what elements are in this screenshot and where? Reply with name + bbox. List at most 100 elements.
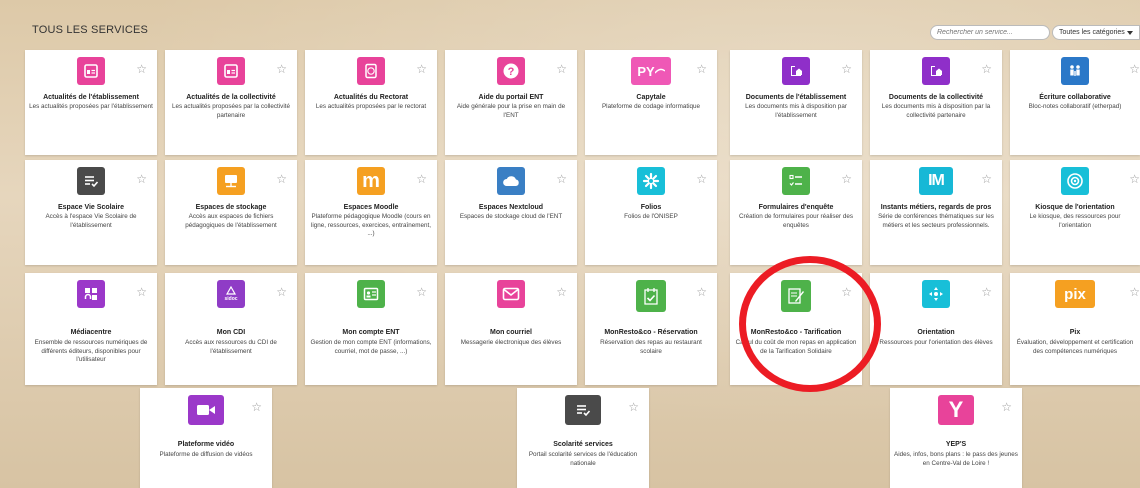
favorite-star-icon[interactable]: ☆ [276, 286, 287, 298]
service-title: Écriture collaborative [1039, 94, 1111, 101]
service-title: Mon courriel [489, 329, 532, 336]
service-card[interactable]: ☆ Espace Vie Scolaire Accès à l'espace V… [25, 160, 157, 265]
service-title: Scolarité services [553, 441, 613, 448]
service-card[interactable]: m ☆ Espaces Moodle Plateforme pédagogiqu… [305, 160, 437, 265]
form-icon [782, 167, 810, 195]
capytale-logo-icon: PY [631, 57, 671, 85]
sidoc-icon: sidoc [217, 280, 245, 308]
favorite-star-icon[interactable]: ☆ [1129, 63, 1140, 75]
service-title: MonResto&co - Réservation [604, 329, 698, 336]
im-logo-text: IM [928, 172, 945, 189]
service-description: Espaces de stockage cloud de l'ENT [459, 213, 563, 220]
cloud-icon [497, 167, 525, 195]
service-description: Accès à l'espace Vie Scolaire de l'établ… [45, 213, 137, 229]
service-title: Folios [640, 204, 662, 211]
service-description: Plateforme de diffusion de vidéos [159, 451, 253, 458]
service-card[interactable]: ☆ Documents de la collectivité Les docum… [870, 50, 1002, 155]
service-card[interactable]: pix ☆ Pix Évaluation, développement et c… [1010, 273, 1140, 385]
newspaper-icon [217, 57, 245, 85]
favorite-star-icon[interactable]: ☆ [1001, 401, 1012, 413]
favorite-star-icon[interactable]: ☆ [416, 286, 427, 298]
favorite-star-icon[interactable]: ☆ [981, 173, 992, 185]
favorite-star-icon[interactable]: ☆ [251, 401, 262, 413]
service-title: Orientation [917, 329, 955, 336]
service-card[interactable]: ☆ Actualités de la collectivité Les actu… [165, 50, 297, 155]
favorite-star-icon[interactable]: ☆ [556, 286, 567, 298]
service-title: Espaces Moodle [343, 204, 399, 211]
service-description: Messagerie électronique des élèves [460, 339, 562, 346]
favorite-star-icon[interactable]: ☆ [136, 286, 147, 298]
favorite-star-icon[interactable]: ☆ [556, 63, 567, 75]
service-title: Mon CDI [216, 329, 246, 336]
yeps-logo-text: Y [948, 397, 964, 422]
video-icon [188, 395, 224, 425]
service-description: Ensemble de ressources numériques de dif… [34, 339, 148, 363]
im-logo-icon: IM [919, 167, 953, 195]
service-card[interactable]: ☆ Écriture collaborative Bloc-notes coll… [1010, 50, 1140, 155]
service-description: Aides, infos, bons plans : le pass des j… [894, 451, 1018, 467]
service-description: Les documents mis à disposition par l'ét… [745, 103, 847, 119]
favorite-star-icon[interactable]: ☆ [981, 286, 992, 298]
service-title: Actualités de l'établissement [43, 94, 139, 101]
favorite-star-icon[interactable]: ☆ [1129, 286, 1140, 298]
service-card[interactable]: ☆ Médiacentre Ensemble de ressources num… [25, 273, 157, 385]
service-card[interactable]: Y ☆ YEP'S Aides, infos, bons plans : le … [890, 388, 1022, 488]
service-card[interactable]: ☆ Actualités du Rectorat Les actualités … [305, 50, 437, 155]
favorite-star-icon[interactable]: ☆ [1129, 173, 1140, 185]
favorite-star-icon[interactable]: ☆ [136, 173, 147, 185]
moodle-icon: m [357, 167, 385, 195]
favorite-star-icon[interactable]: ☆ [696, 286, 707, 298]
service-card[interactable]: ? ☆ Aide du portail ENT Aide générale po… [445, 50, 577, 155]
service-card[interactable]: ☆ MonResto&co - Réservation Réservation … [585, 273, 717, 385]
service-description: Accès aux ressources du CDI de l'établis… [185, 339, 277, 355]
collaboration-icon [1061, 57, 1089, 85]
checklist-icon [565, 395, 601, 425]
service-description: Aide générale pour la prise en main de l… [456, 103, 566, 119]
service-card[interactable]: ☆ Folios Folios de l'ONISEP [585, 160, 717, 265]
favorite-star-icon[interactable]: ☆ [416, 63, 427, 75]
service-card[interactable]: ☆ Kiosque de l'orientation Le kiosque, d… [1010, 160, 1140, 265]
service-title: Plateforme vidéo [177, 441, 235, 448]
svg-text:?: ? [508, 66, 515, 78]
service-card[interactable]: IM ☆ Instants métiers, regards de pros S… [870, 160, 1002, 265]
service-description: Accès aux espaces de fichiers pédagogiqu… [185, 213, 277, 229]
service-card[interactable]: ☆ Scolarité services Portail scolarité s… [517, 388, 649, 488]
service-card[interactable]: ☆ Documents de l'établissement Les docum… [730, 50, 862, 155]
favorite-star-icon[interactable]: ☆ [841, 173, 852, 185]
favorite-star-icon[interactable]: ☆ [696, 63, 707, 75]
service-title: Espaces de stockage [195, 204, 267, 211]
yeps-logo-icon: Y [938, 395, 974, 425]
favorite-star-icon[interactable]: ☆ [696, 173, 707, 185]
service-card[interactable]: ☆ Mon compte ENT Gestion de mon compte E… [305, 273, 437, 385]
service-title: Espaces Nextcloud [478, 204, 544, 211]
service-card[interactable]: sidoc ☆ Mon CDI Accès aux ressources du … [165, 273, 297, 385]
favorite-star-icon[interactable]: ☆ [556, 173, 567, 185]
service-card[interactable]: PY ☆ Capytale Plateforme de codage infor… [585, 50, 717, 155]
service-card[interactable]: ☆ Espaces Nextcloud Espaces de stockage … [445, 160, 577, 265]
service-card[interactable]: ☆ Formulaires d'enquête Création de form… [730, 160, 862, 265]
favorite-star-icon[interactable]: ☆ [276, 63, 287, 75]
favorite-star-icon[interactable]: ☆ [841, 63, 852, 75]
service-card[interactable]: ☆ Actualités de l'établissement Les actu… [25, 50, 157, 155]
favorite-star-icon[interactable]: ☆ [981, 63, 992, 75]
favorite-star-icon[interactable]: ☆ [276, 173, 287, 185]
service-description: Les actualités proposées par l'établisse… [29, 103, 153, 110]
service-title: Documents de l'établissement [745, 94, 847, 101]
mail-icon [497, 280, 525, 308]
service-title: Pix [1069, 329, 1081, 336]
folder-home-icon [782, 57, 810, 85]
service-description: Ressources pour l'orientation des élèves [879, 339, 993, 346]
id-card-icon [357, 280, 385, 308]
service-card[interactable]: ☆ Espaces de stockage Accès aux espaces … [165, 160, 297, 265]
service-card[interactable]: ☆ Mon courriel Messagerie électronique d… [445, 273, 577, 385]
service-card[interactable]: ☆ Plateforme vidéo Plateforme de diffusi… [140, 388, 272, 488]
favorite-star-icon[interactable]: ☆ [416, 173, 427, 185]
service-description: Série de conférences thématiques sur les… [878, 213, 994, 229]
service-description: Folios de l'ONISEP [624, 213, 678, 220]
service-card[interactable]: ☆ Orientation Ressources pour l'orientat… [870, 273, 1002, 385]
pix-logo-icon: pix [1055, 280, 1095, 308]
favorite-star-icon[interactable]: ☆ [136, 63, 147, 75]
target-icon [1061, 167, 1089, 195]
favorite-star-icon[interactable]: ☆ [628, 401, 639, 413]
service-description: Création de formulaires pour réaliser de… [738, 213, 854, 229]
